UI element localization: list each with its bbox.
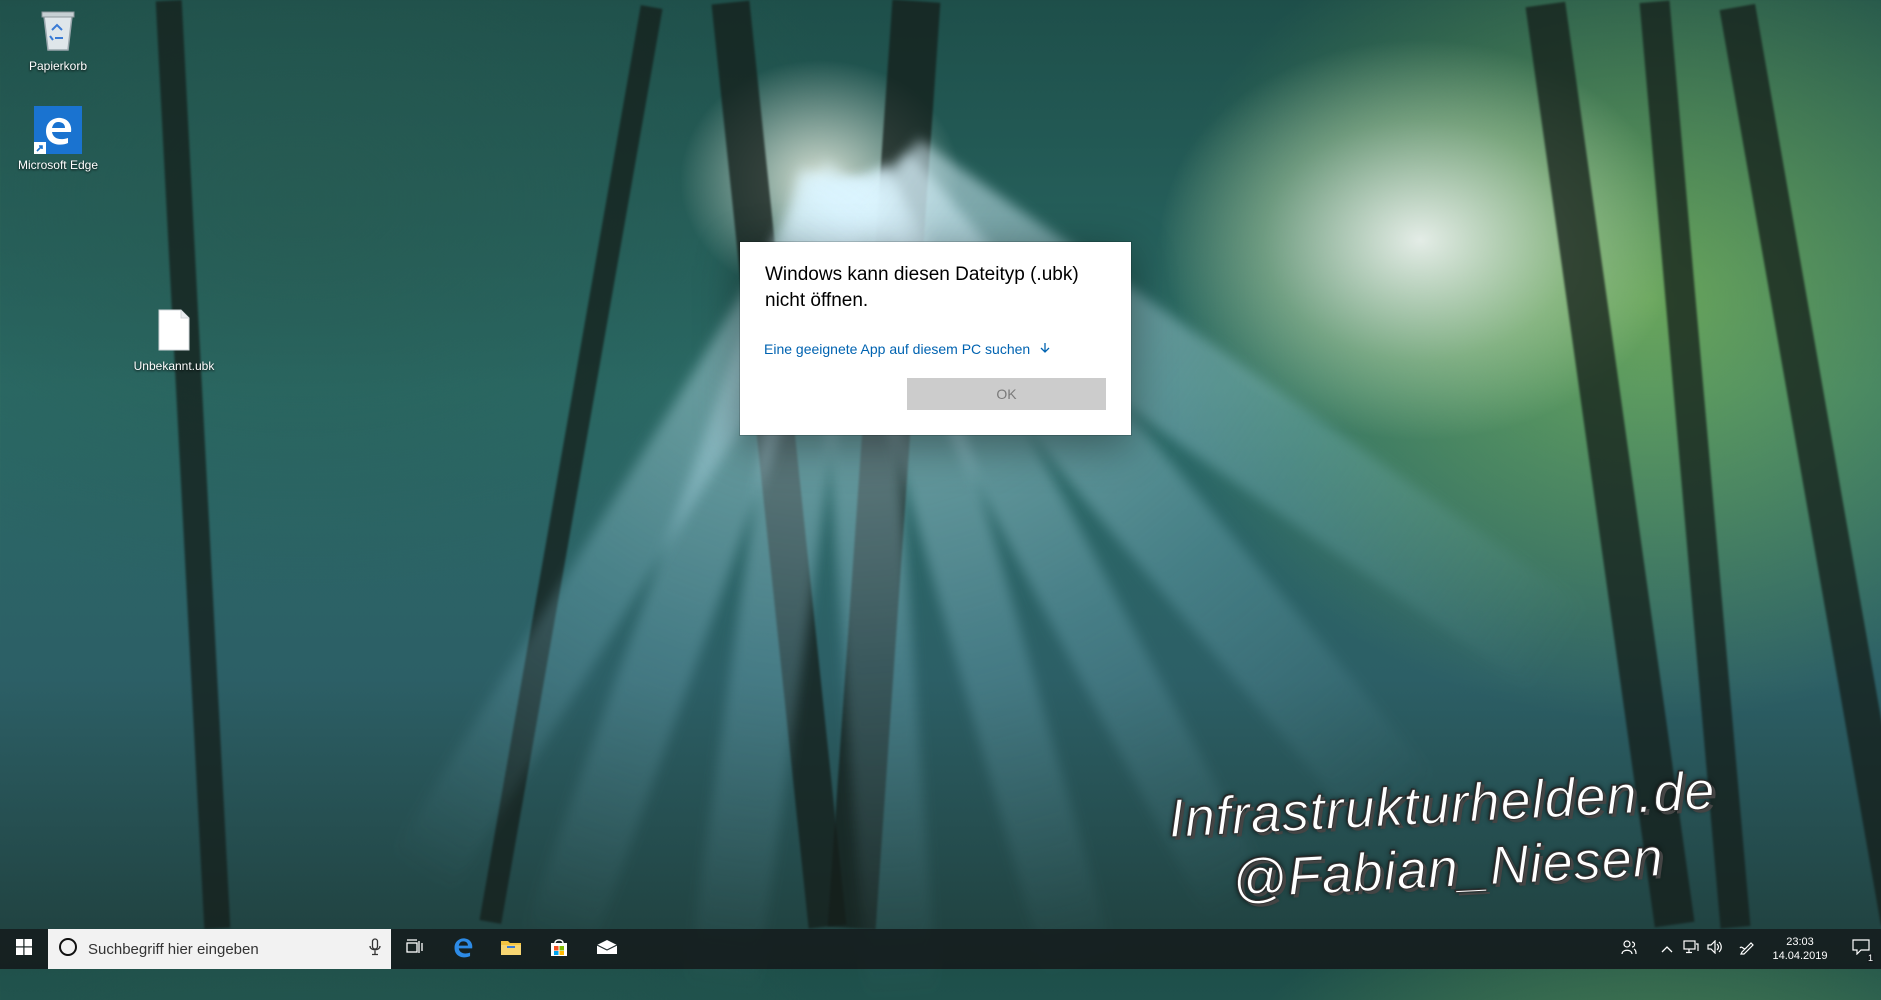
- find-app-link[interactable]: Eine geeignete App auf diesem PC suchen: [764, 341, 1050, 357]
- edge-icon: [451, 935, 475, 964]
- shortcut-arrow-icon: [34, 142, 46, 154]
- search-box[interactable]: Suchbegriff hier eingeben: [48, 929, 391, 969]
- arrow-down-icon: [1040, 341, 1050, 357]
- find-app-link-label: Eine geeignete App auf diesem PC suchen: [764, 341, 1031, 357]
- file-icon: [128, 308, 220, 355]
- ok-button[interactable]: OK: [907, 378, 1106, 410]
- taskbar-edge-button[interactable]: [439, 929, 487, 969]
- clock-time: 23:03: [1786, 936, 1814, 948]
- store-icon: [549, 937, 569, 962]
- clock-date: 14.04.2019: [1772, 950, 1828, 962]
- taskbar-file-explorer-button[interactable]: [487, 929, 535, 969]
- windows-logo-icon: [16, 938, 32, 960]
- desktop-icon-edge[interactable]: Microsoft Edge: [12, 106, 104, 172]
- notification-icon: 1: [1852, 938, 1874, 963]
- volume-button[interactable]: [1703, 939, 1727, 959]
- network-button[interactable]: [1679, 939, 1703, 959]
- desktop-icon-label: Papierkorb: [28, 59, 88, 73]
- task-view-button[interactable]: [391, 929, 439, 969]
- network-icon: [1683, 939, 1699, 959]
- taskbar: Suchbegriff hier eingeben 23:03 14.04.20…: [0, 929, 1881, 969]
- pen-icon: [1739, 939, 1755, 960]
- people-button[interactable]: [1617, 939, 1641, 960]
- show-hidden-icons-button[interactable]: [1655, 940, 1679, 958]
- cortana-icon: [58, 937, 78, 961]
- chevron-up-icon: [1661, 940, 1673, 958]
- dialog-message: Windows kann diesen Dateityp (.ubk) nich…: [765, 264, 1079, 311]
- pen-workspace-button[interactable]: [1735, 939, 1759, 960]
- watermark: Infrastrukturhelden.de @Fabian_Niesen: [1167, 753, 1823, 915]
- start-button[interactable]: [0, 929, 48, 969]
- recycle-bin-icon: [12, 8, 104, 55]
- notification-count: 1: [1866, 952, 1874, 963]
- mail-icon: [596, 939, 618, 960]
- microphone-icon[interactable]: [369, 938, 381, 960]
- desktop-icon-label: Microsoft Edge: [17, 158, 99, 172]
- people-icon: [1621, 939, 1637, 960]
- open-with-dialog: Windows kann diesen Dateityp (.ubk) nich…: [740, 242, 1131, 435]
- action-center-button[interactable]: 1: [1841, 938, 1881, 963]
- desktop-icon-unknown-file[interactable]: Unbekannt.ubk: [128, 308, 220, 373]
- task-view-icon: [406, 938, 424, 960]
- file-explorer-icon: [500, 938, 522, 961]
- edge-icon: [34, 106, 82, 154]
- volume-icon: [1707, 939, 1723, 959]
- taskbar-mail-button[interactable]: [583, 929, 631, 969]
- taskbar-store-button[interactable]: [535, 929, 583, 969]
- clock[interactable]: 23:03 14.04.2019: [1765, 935, 1835, 963]
- desktop-icon-recycle-bin[interactable]: Papierkorb: [12, 8, 104, 73]
- search-placeholder: Suchbegriff hier eingeben: [88, 940, 259, 958]
- system-tray: 23:03 14.04.2019 1: [1617, 929, 1881, 969]
- desktop-icon-label: Unbekannt.ubk: [133, 359, 215, 373]
